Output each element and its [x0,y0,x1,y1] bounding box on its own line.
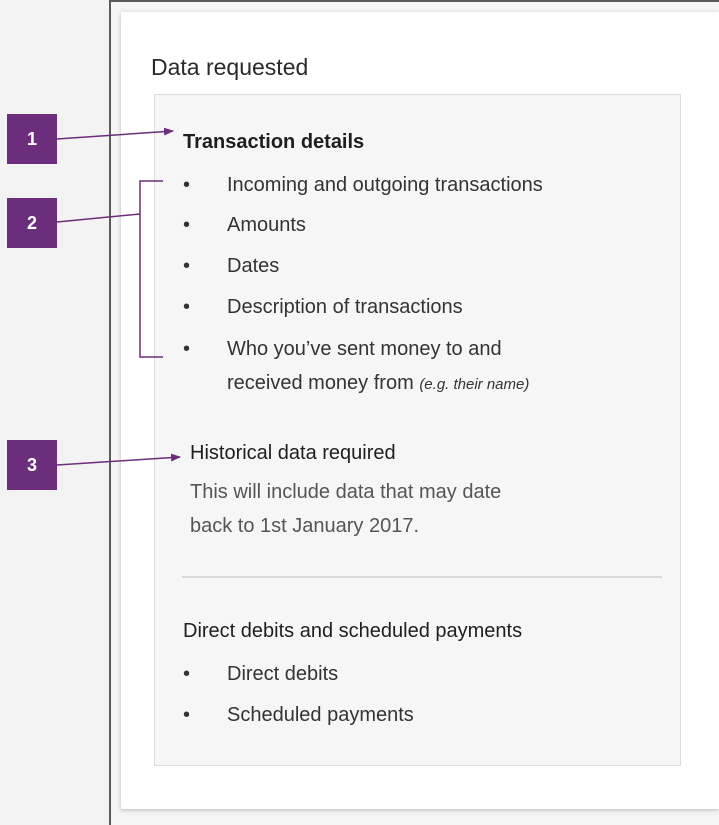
callout-bracket-2 [139,180,163,358]
callout-arrow-1 [56,127,174,140]
callout-lines [56,127,181,466]
callout-line-2 [56,213,141,223]
callout-arrow-3 [56,453,181,466]
